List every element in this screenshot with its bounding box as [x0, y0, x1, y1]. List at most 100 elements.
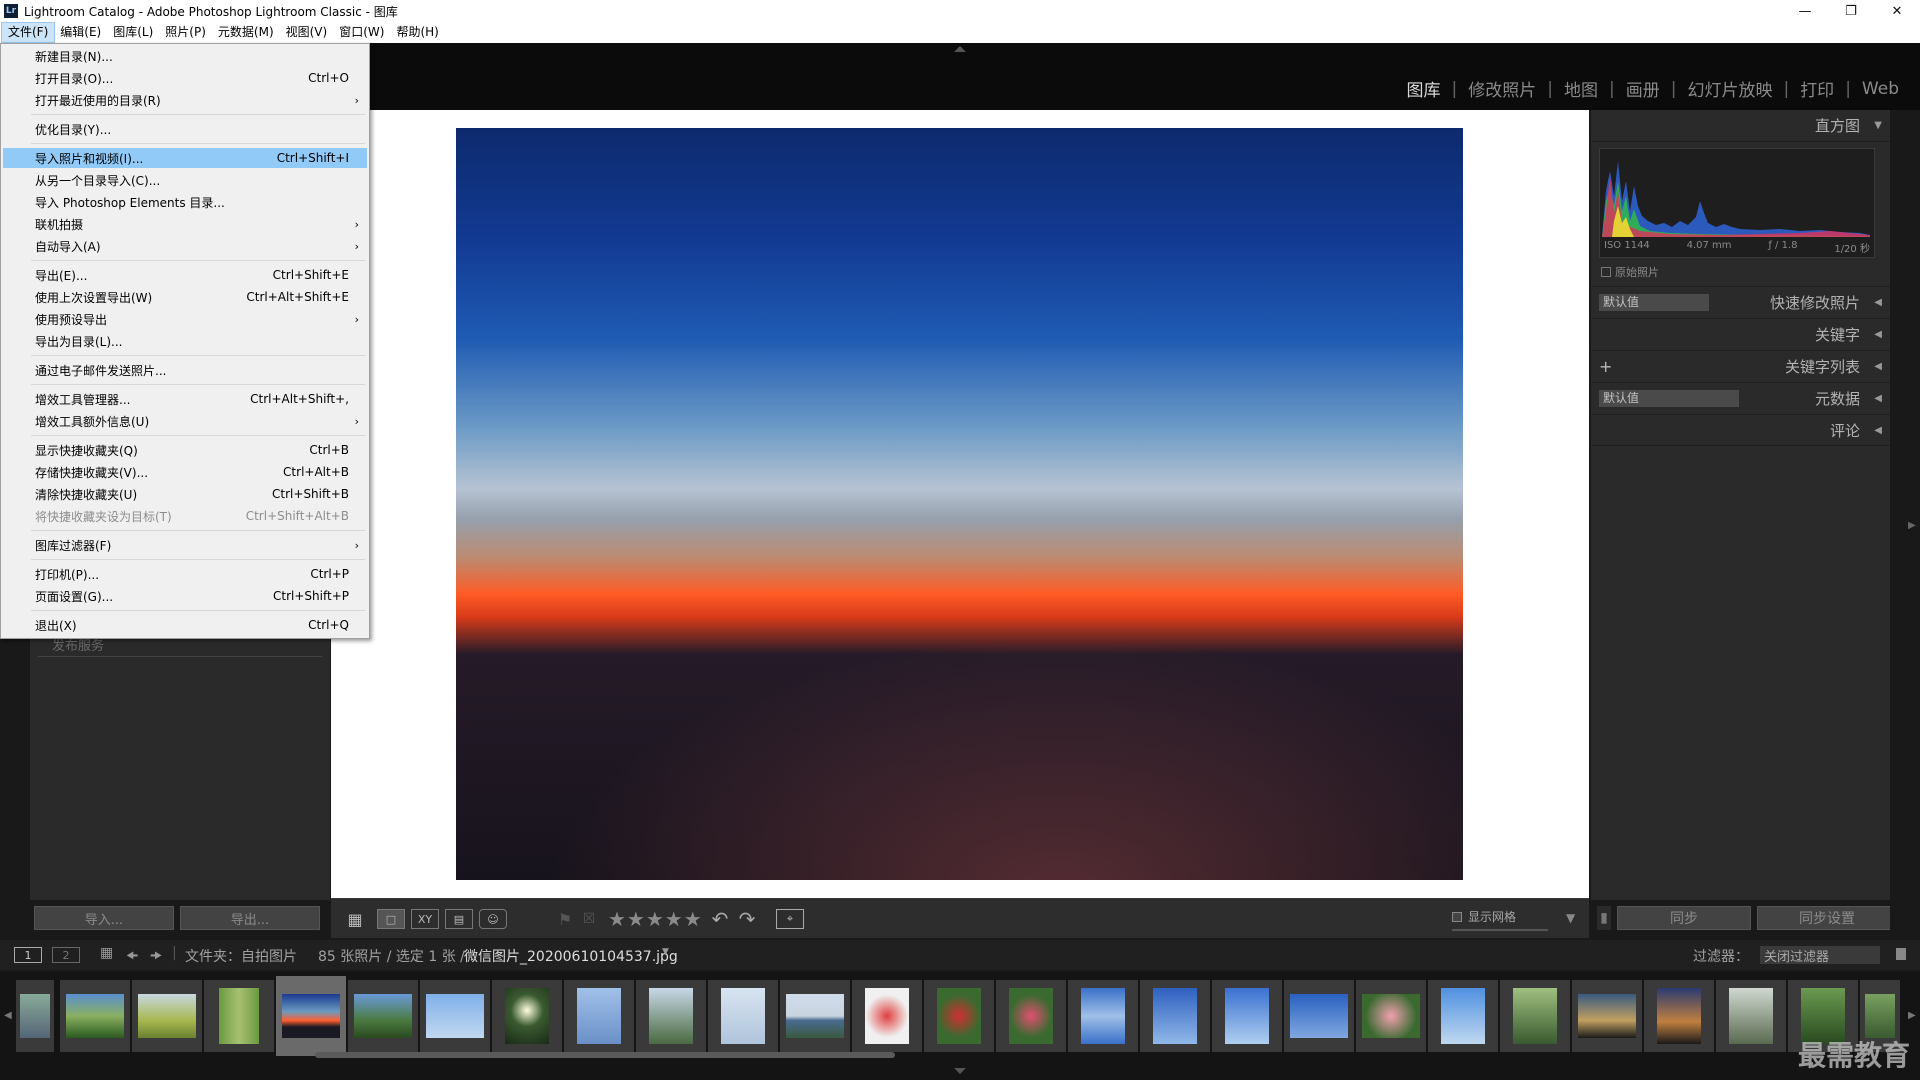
loupe-view-icon[interactable]: □: [377, 909, 405, 929]
rotate-right-icon[interactable]: ↷: [733, 907, 761, 931]
expand-triangle-icon[interactable]: ◀: [1874, 329, 1882, 340]
show-grid-toggle[interactable]: 显示网格: [1452, 908, 1516, 925]
thumbnail[interactable]: [780, 980, 850, 1052]
add-keyword-icon[interactable]: +: [1599, 357, 1612, 376]
menu-item-show-quick-collection[interactable]: 显示快捷收藏夹(Q) Ctrl+B: [3, 440, 367, 460]
menu-file[interactable]: 文件(F): [0, 22, 56, 43]
close-icon[interactable]: ✕: [1874, 0, 1920, 22]
thumbnail[interactable]: [204, 980, 274, 1052]
thumbnail[interactable]: [636, 980, 706, 1052]
expand-triangle-icon[interactable]: ◀: [1874, 361, 1882, 372]
collapse-top-panel-icon[interactable]: [954, 46, 966, 52]
filmstrip-scrollbar[interactable]: [315, 1052, 895, 1058]
menu-item-clear-quick-collection[interactable]: 清除快捷收藏夹(U) Ctrl+Shift+B: [3, 484, 367, 504]
menu-item-new-catalog[interactable]: 新建目录(N)...: [3, 46, 367, 66]
menu-item-page-setup[interactable]: 页面设置(G)... Ctrl+Shift+P: [3, 586, 367, 606]
thumbnail[interactable]: [1428, 980, 1498, 1052]
module-slideshow[interactable]: 幻灯片放映: [1676, 76, 1783, 101]
module-map[interactable]: 地图: [1553, 76, 1609, 101]
minimize-icon[interactable]: —: [1782, 0, 1828, 22]
histogram-header[interactable]: 直方图 ▼: [1591, 110, 1890, 142]
menu-item-optimize-catalog[interactable]: 优化目录(Y)...: [3, 119, 367, 139]
main-photo[interactable]: [456, 128, 1463, 880]
toolbar-content-dropdown-icon[interactable]: ▼: [1566, 911, 1575, 925]
people-view-icon[interactable]: ☺: [479, 909, 507, 929]
expand-triangle-icon[interactable]: ◀: [1874, 297, 1882, 308]
selected-filename[interactable]: 微信图片_20200610104537.jpg: [464, 946, 678, 966]
scroll-right-icon[interactable]: ▶: [1908, 1010, 1916, 1021]
thumbnail[interactable]: [1644, 980, 1714, 1052]
collapse-triangle-icon[interactable]: ▼: [1874, 120, 1882, 131]
thumbnail[interactable]: [1284, 980, 1354, 1052]
menu-item-import-from-catalog[interactable]: 从另一个目录导入(C)...: [3, 170, 367, 190]
back-arrow-icon[interactable]: 🠜: [126, 945, 138, 969]
secondary-window-button[interactable]: 2: [52, 947, 80, 963]
menu-metadata[interactable]: 元数据(M): [212, 23, 280, 42]
checkbox-icon[interactable]: [1601, 267, 1611, 277]
original-photo-toggle[interactable]: 原始照片: [1591, 258, 1890, 286]
menu-library[interactable]: 图库(L): [107, 23, 159, 42]
menu-item-library-filters[interactable]: 图库过滤器(F) ›: [3, 535, 367, 555]
comments-header[interactable]: 评论 ◀: [1591, 414, 1890, 446]
module-print[interactable]: 打印: [1789, 76, 1845, 101]
thumbnail[interactable]: [420, 980, 490, 1052]
thumbnail[interactable]: [1356, 980, 1426, 1052]
thumbnail[interactable]: [16, 980, 54, 1052]
menu-edit[interactable]: 编辑(E): [54, 23, 107, 42]
thumbnail[interactable]: [492, 980, 562, 1052]
thumbnail[interactable]: [348, 980, 418, 1052]
sync-settings-button[interactable]: 同步设置: [1757, 906, 1897, 930]
quick-develop-preset-select[interactable]: 默认值: [1599, 294, 1709, 311]
grid-slider[interactable]: [1452, 929, 1548, 931]
maximize-icon[interactable]: ❐: [1828, 0, 1874, 22]
thumbnail[interactable]: [1500, 980, 1570, 1052]
menu-item-auto-import[interactable]: 自动导入(A) ›: [3, 236, 367, 256]
thumbnail[interactable]: [852, 980, 922, 1052]
export-button[interactable]: 导出...: [180, 906, 320, 930]
menu-photo[interactable]: 照片(P): [159, 23, 212, 42]
menu-item-print[interactable]: 打印机(P)... Ctrl+P: [3, 564, 367, 584]
filter-select[interactable]: 关闭过滤器: [1760, 946, 1880, 965]
menu-item-save-quick-collection[interactable]: 存储快捷收藏夹(V)... Ctrl+Alt+B: [3, 462, 367, 482]
source-folder[interactable]: 文件夹：自拍图片: [185, 946, 297, 966]
star-rating[interactable]: ★★★★★: [608, 907, 703, 931]
menu-item-plugin-extras[interactable]: 增效工具额外信息(U) ›: [3, 411, 367, 431]
menu-item-import-elements[interactable]: 导入 Photoshop Elements 目录...: [3, 192, 367, 212]
grid-view-icon[interactable]: ▦: [341, 909, 369, 929]
collapse-right-panel-icon[interactable]: ▶: [1908, 520, 1916, 531]
grid-view-icon[interactable]: ▦: [100, 945, 113, 961]
menu-item-export[interactable]: 导出(E)... Ctrl+Shift+E: [3, 265, 367, 285]
metadata-header[interactable]: 默认值 元数据 ◀: [1591, 382, 1890, 414]
filter-lock-icon[interactable]: [1896, 948, 1906, 960]
menu-item-tethered-capture[interactable]: 联机拍摄 ›: [3, 214, 367, 234]
thumbnail[interactable]: [60, 980, 130, 1052]
menu-item-export-preset[interactable]: 使用预设导出 ›: [3, 309, 367, 329]
flag-reject-icon[interactable]: ☒: [575, 909, 603, 929]
menu-item-open-catalog[interactable]: 打开目录(O)... Ctrl+O: [3, 68, 367, 88]
rotate-left-icon[interactable]: ↶: [706, 907, 734, 931]
menu-item-import-photos[interactable]: 导入照片和视频(I)... Ctrl+Shift+I: [3, 148, 367, 168]
thumbnail[interactable]: [996, 980, 1066, 1052]
thumbnail[interactable]: [132, 980, 202, 1052]
module-develop[interactable]: 修改照片: [1457, 76, 1547, 101]
scroll-left-icon[interactable]: ◀: [4, 1010, 12, 1021]
quick-develop-header[interactable]: 默认值 快速修改照片 ◀: [1591, 286, 1890, 318]
thumbnail[interactable]: [924, 980, 994, 1052]
menu-item-export-as-catalog[interactable]: 导出为目录(L)...: [3, 331, 367, 351]
thumbnail[interactable]: [1572, 980, 1642, 1052]
thumbnail[interactable]: [1140, 980, 1210, 1052]
crop-overlay-icon[interactable]: ⌖: [776, 909, 804, 929]
thumbnail[interactable]: [1212, 980, 1282, 1052]
import-button[interactable]: 导入...: [34, 906, 174, 930]
module-web[interactable]: Web: [1851, 79, 1910, 99]
menu-item-exit[interactable]: 退出(X) Ctrl+Q: [3, 615, 367, 635]
menu-item-open-recent[interactable]: 打开最近使用的目录(R) ›: [3, 90, 367, 110]
expand-triangle-icon[interactable]: ◀: [1874, 393, 1882, 404]
metadata-preset-select[interactable]: 默认值: [1599, 390, 1739, 407]
thumbnail[interactable]: [1068, 980, 1138, 1052]
thumbnail[interactable]: [564, 980, 634, 1052]
menu-item-export-previous[interactable]: 使用上次设置导出(W) Ctrl+Alt+Shift+E: [3, 287, 367, 307]
module-library[interactable]: 图库: [1396, 76, 1452, 101]
thumbnail[interactable]: [1716, 980, 1786, 1052]
menu-item-plugin-manager[interactable]: 增效工具管理器... Ctrl+Alt+Shift+,: [3, 389, 367, 409]
